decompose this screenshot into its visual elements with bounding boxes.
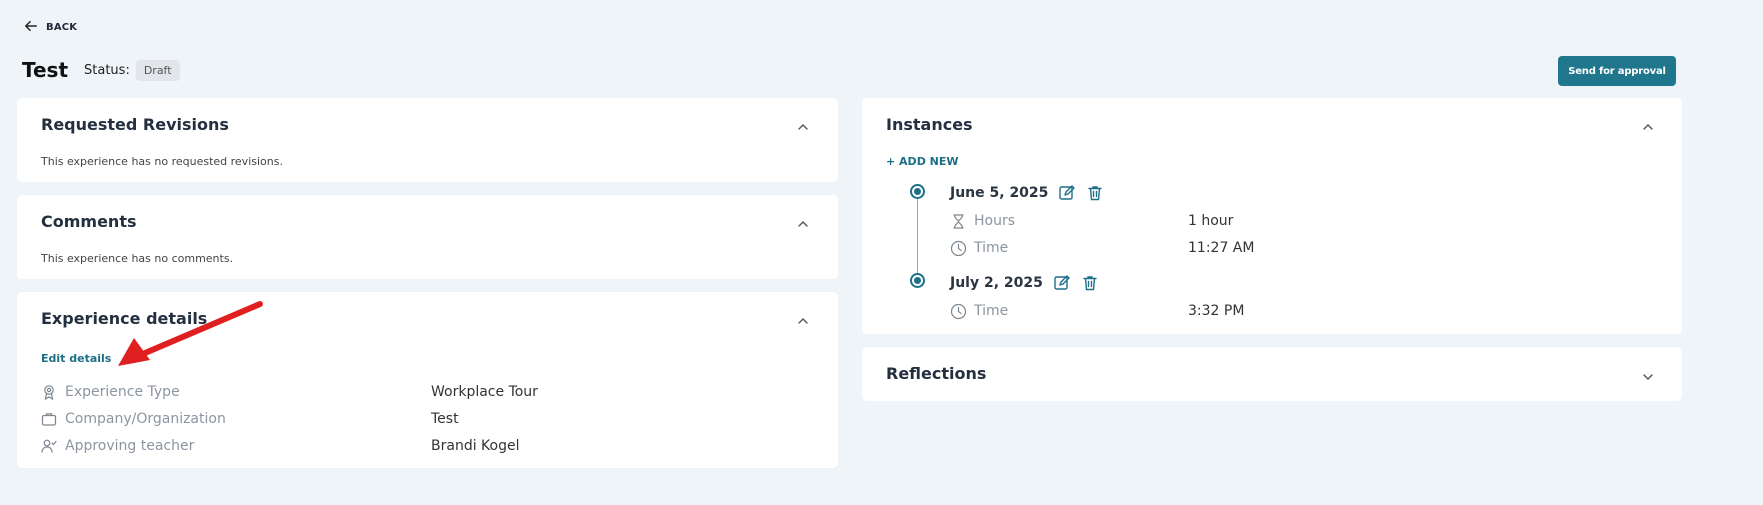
- instance-detail-row: Time 3:32 PM: [950, 301, 1244, 321]
- instance-value: 1 hour: [1188, 213, 1234, 229]
- back-link[interactable]: BACK: [24, 19, 77, 36]
- clock-icon: [950, 303, 967, 320]
- trash-icon[interactable]: [1086, 184, 1104, 202]
- comments-card: Comments This experience has no comments…: [17, 195, 838, 279]
- detail-row-experience-type: Experience Type Workplace Tour: [41, 382, 741, 402]
- requested-revisions-title: Requested Revisions: [41, 115, 229, 134]
- reflections-card[interactable]: Reflections: [862, 347, 1682, 401]
- user-check-icon: [41, 438, 57, 454]
- add-new-link[interactable]: + ADD NEW: [886, 155, 959, 168]
- detail-label: Company/Organization: [65, 411, 226, 427]
- chevron-down-icon[interactable]: [1642, 368, 1654, 380]
- detail-value: Workplace Tour: [431, 384, 538, 400]
- detail-label: Experience Type: [65, 384, 180, 400]
- trash-icon[interactable]: [1081, 274, 1099, 292]
- comments-title: Comments: [41, 212, 137, 231]
- instance-label: Hours: [974, 213, 1016, 229]
- chevron-up-icon[interactable]: [797, 312, 809, 324]
- instance-date: June 5, 2025: [950, 185, 1049, 201]
- detail-value: Test: [431, 411, 459, 427]
- chevron-up-icon[interactable]: [797, 215, 809, 227]
- page-title: Test: [22, 58, 69, 82]
- timeline-line: [917, 196, 918, 280]
- edit-icon[interactable]: [1058, 184, 1076, 202]
- instance-value: 11:27 AM: [1188, 240, 1255, 256]
- edit-details-link[interactable]: Edit details: [41, 352, 111, 365]
- send-for-approval-button[interactable]: Send for approval: [1558, 56, 1676, 86]
- instance-value: 3:32 PM: [1188, 303, 1245, 319]
- arrow-left-icon: [24, 19, 38, 36]
- detail-label: Approving teacher: [65, 438, 195, 454]
- instance-detail-row: Hours 1 hour: [950, 211, 1233, 231]
- award-icon: [41, 384, 57, 401]
- detail-row-company: Company/Organization Test: [41, 409, 741, 429]
- instance-label: Time: [974, 240, 1009, 256]
- instances-title: Instances: [886, 115, 973, 134]
- status-label: Status:: [84, 62, 130, 78]
- briefcase-icon: [41, 411, 57, 427]
- instance-date: July 2, 2025: [950, 275, 1043, 291]
- hourglass-icon: [950, 213, 967, 230]
- annotation-arrow-icon: [118, 301, 263, 366]
- timeline-dot: [910, 184, 925, 199]
- instance-item: July 2, 2025: [950, 274, 1099, 292]
- chevron-up-icon[interactable]: [1642, 118, 1654, 130]
- back-label: BACK: [46, 22, 78, 33]
- requested-revisions-card: Requested Revisions This experience has …: [17, 98, 838, 182]
- comments-empty-text: This experience has no comments.: [41, 252, 234, 265]
- instance-detail-row: Time 11:27 AM: [950, 238, 1254, 258]
- reflections-title: Reflections: [886, 364, 987, 383]
- revisions-empty-text: This experience has no requested revisio…: [41, 155, 283, 168]
- title-row: Test Status: Draft: [22, 58, 180, 82]
- instance-label: Time: [974, 303, 1009, 319]
- status-badge: Draft: [135, 59, 180, 81]
- edit-icon[interactable]: [1053, 274, 1071, 292]
- clock-icon: [950, 240, 967, 257]
- detail-row-approving-teacher: Approving teacher Brandi Kogel: [41, 436, 741, 456]
- detail-value: Brandi Kogel: [431, 438, 520, 454]
- instances-card: Instances + ADD NEW June 5, 2025 Hours 1…: [862, 98, 1682, 334]
- chevron-up-icon[interactable]: [797, 118, 809, 130]
- timeline-dot: [910, 273, 925, 288]
- instance-item: June 5, 2025: [950, 184, 1104, 202]
